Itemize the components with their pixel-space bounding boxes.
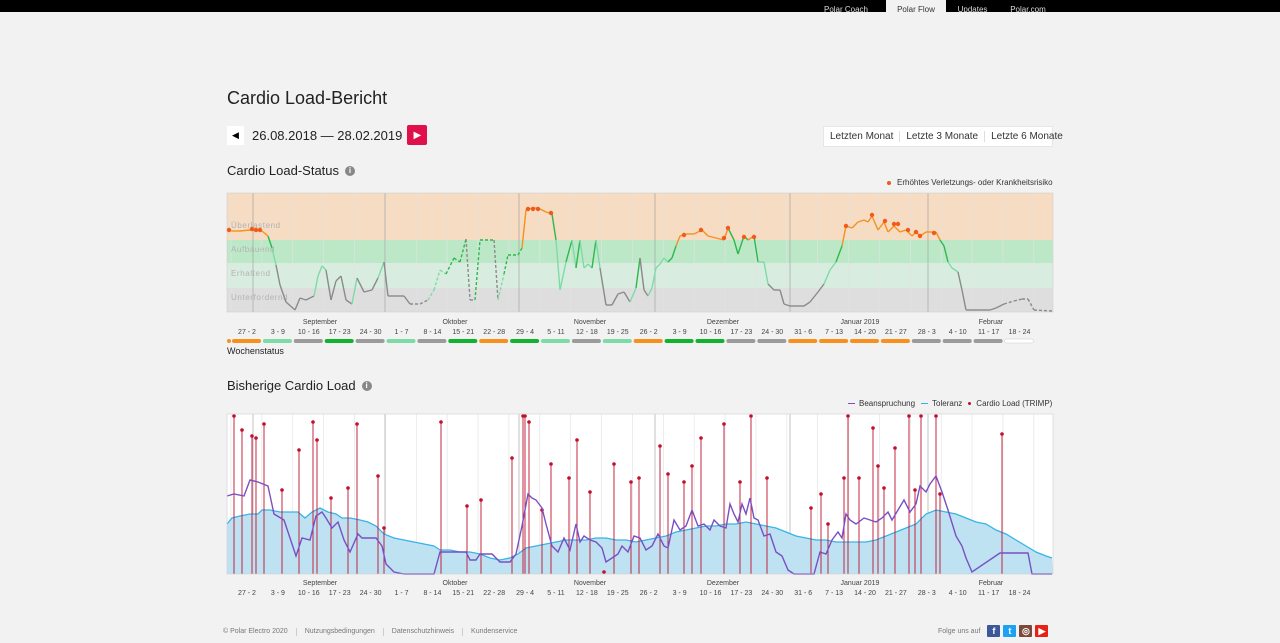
trimp-point: [549, 462, 553, 466]
trimp-point: [690, 464, 694, 468]
cardio-load-history-chart: September Oktober November Dezember Januar 2…: [226, 413, 1054, 597]
history-week-label: 24 - 30: [360, 590, 382, 597]
trimp-point: [439, 420, 443, 424]
history-week-label: 18 - 24: [1009, 590, 1031, 597]
history-month-label: Dezember: [707, 580, 740, 587]
trimp-point: [919, 414, 923, 418]
trimp-point: [682, 480, 686, 484]
trimp-point: [826, 522, 830, 526]
trimp-point: [934, 414, 938, 418]
history-week-label: 10 - 16: [700, 590, 722, 597]
trimp-point: [893, 446, 897, 450]
history-week-label: 8 - 14: [423, 590, 441, 597]
trimp-point: [907, 414, 911, 418]
history-week-label: 19 - 25: [607, 590, 629, 597]
trimp-point: [262, 422, 266, 426]
trimp-point: [871, 426, 875, 430]
trimp-point: [250, 434, 254, 438]
trimp-point: [346, 486, 350, 490]
trimp-point: [666, 472, 670, 476]
footer: © Polar Electro 2020 Nutzungsbedingungen…: [223, 628, 525, 636]
history-week-label: 31 - 6: [794, 590, 812, 597]
history-week-label: 28 - 3: [918, 590, 936, 597]
trimp-point: [882, 486, 886, 490]
history-week-label: 17 - 23: [731, 590, 753, 597]
trimp-point: [749, 414, 753, 418]
instagram-icon[interactable]: ◎: [1019, 625, 1033, 637]
history-week-label: 21 - 27: [885, 590, 907, 597]
trimp-point: [842, 476, 846, 480]
history-week-label: 29 - 4: [516, 590, 534, 597]
footer-terms-link[interactable]: Nutzungsbedingungen: [297, 628, 384, 636]
youtube-icon[interactable]: ▶: [1035, 625, 1049, 637]
trimp-point: [765, 476, 769, 480]
twitter-icon[interactable]: t: [1003, 625, 1017, 637]
trimp-point: [588, 490, 592, 494]
history-week-label: 7 - 13: [825, 590, 843, 597]
history-week-label: 5 - 11: [547, 590, 564, 597]
trimp-point: [846, 414, 850, 418]
trimp-point: [722, 422, 726, 426]
trimp-point: [699, 436, 703, 440]
trimp-point: [819, 492, 823, 496]
trimp-point: [297, 448, 301, 452]
trimp-point: [567, 476, 571, 480]
footer-privacy-link[interactable]: Datenschutzhinweis: [384, 628, 464, 636]
trimp-point: [329, 496, 333, 500]
trimp-point: [254, 436, 258, 440]
trimp-point: [738, 480, 742, 484]
history-month-label: November: [574, 580, 607, 587]
trimp-point: [938, 492, 942, 496]
history-week-label: 27 - 2: [238, 590, 256, 597]
history-month-label: September: [303, 580, 338, 587]
trimp-point: [637, 476, 641, 480]
trimp-point: [1000, 432, 1004, 436]
follow-label: Folge uns auf: [938, 627, 981, 635]
trimp-point: [575, 438, 579, 442]
trimp-point: [602, 570, 606, 574]
trimp-point: [315, 438, 319, 442]
trimp-point: [232, 414, 236, 418]
history-week-label: 1 - 7: [394, 590, 408, 597]
trimp-point: [629, 480, 633, 484]
trimp-point: [658, 444, 662, 448]
trimp-point: [510, 456, 514, 460]
trimp-point: [612, 462, 616, 466]
history-week-label: 14 - 20: [854, 590, 876, 597]
trimp-point: [523, 414, 527, 418]
trimp-point: [382, 526, 386, 530]
history-month-label: Januar 2019: [841, 580, 880, 587]
history-week-label: 12 - 18: [576, 590, 598, 597]
history-week-label: 24 - 30: [761, 590, 783, 597]
history-week-label: 15 - 21: [452, 590, 474, 597]
facebook-icon[interactable]: f: [987, 625, 1001, 637]
trimp-point: [527, 420, 531, 424]
history-month-label: Oktober: [443, 580, 469, 587]
social-follow: Folge uns auf f t ◎ ▶: [938, 625, 1049, 637]
history-month-label: Februar: [979, 580, 1004, 587]
history-week-label: 10 - 16: [298, 590, 320, 597]
trimp-point: [465, 504, 469, 508]
history-week-label: 4 - 10: [949, 590, 967, 597]
history-week-label: 11 - 17: [978, 590, 999, 597]
trimp-point: [857, 476, 861, 480]
trimp-point: [479, 498, 483, 502]
trimp-point: [876, 464, 880, 468]
trimp-point: [913, 488, 917, 492]
history-week-label: 3 - 9: [271, 590, 285, 597]
history-week-label: 3 - 9: [673, 590, 687, 597]
history-week-label: 22 - 28: [483, 590, 505, 597]
footer-copyright: © Polar Electro 2020: [223, 628, 297, 636]
trimp-point: [311, 420, 315, 424]
history-week-label: 26 - 2: [640, 590, 658, 597]
trimp-point: [376, 474, 380, 478]
trimp-point: [809, 506, 813, 510]
trimp-point: [355, 422, 359, 426]
footer-support-link[interactable]: Kundenservice: [463, 628, 525, 636]
trimp-point: [240, 428, 244, 432]
trimp-point: [280, 488, 284, 492]
history-week-label: 17 - 23: [329, 590, 351, 597]
